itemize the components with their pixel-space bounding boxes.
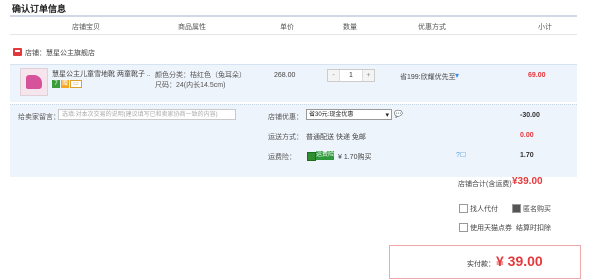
badge-gift-icon: 赠 <box>61 80 69 88</box>
header-divider <box>10 15 577 17</box>
insurance-help-icon[interactable]: ?☐ <box>456 151 466 159</box>
badge-7day-icon: 7 <box>52 80 60 88</box>
shipping-method: 普通配送 快递 免邮 <box>306 134 366 141</box>
pay-by-other-checkbox[interactable] <box>459 204 468 213</box>
shop-label: 店铺： <box>25 50 46 57</box>
pay-amount: ¥ 39.00 <box>496 253 543 269</box>
pay-label: 实付款： <box>467 261 495 268</box>
promo-text: 省199:欣耀优先至 <box>400 74 456 81</box>
col-header-promo: 优惠方式 <box>418 24 446 31</box>
shop-discount-select[interactable]: 省30元:现金优惠 <box>306 109 392 121</box>
col-header-attr: 商品属性 <box>178 24 206 31</box>
shop-discount-label: 店铺优惠： <box>268 114 303 121</box>
page-title: 确认订单信息 <box>12 4 67 14</box>
col-header-subtotal: 小计 <box>538 24 552 31</box>
badge-card-icon: ▭ <box>70 80 82 88</box>
pay-by-other-label: 找人代付 <box>470 206 498 213</box>
col-header-qty: 数量 <box>343 24 357 31</box>
product-name-link[interactable]: 慧星公主儿童雪地靴 两童靴子 ... <box>52 69 150 79</box>
anonymous-purchase-label: 匿名购买 <box>523 206 551 213</box>
shop-name-link[interactable]: 慧星公主旗舰店 <box>46 50 95 57</box>
seller-message-input[interactable]: 选填:对本次交易的说明(建议填写已和卖家协商一致的内容) <box>58 109 236 120</box>
shipping-label: 运送方式： <box>268 134 303 141</box>
product-thumbnail[interactable] <box>20 68 48 96</box>
tmall-coupon-checkbox[interactable] <box>459 223 468 232</box>
shop-total-amount: ¥39.00 <box>512 176 543 187</box>
anonymous-purchase-checkbox[interactable] <box>512 204 521 213</box>
shop-total-label: 店铺合计(含运费) <box>458 181 512 188</box>
insurance-tag: 运费险 <box>316 151 335 160</box>
item-subtotal: 69.00 <box>528 72 546 79</box>
shipping-amount: 0.00 <box>520 132 534 139</box>
shop-discount-amount: -30.00 <box>520 112 540 119</box>
insurance-amount: 1.70 <box>520 152 534 159</box>
message-label: 给卖家留言： <box>18 114 60 121</box>
shop-icon <box>13 48 22 56</box>
discount-info-icon[interactable]: 💬 <box>394 110 403 118</box>
promo-dropdown-icon[interactable]: ▾ <box>455 71 459 80</box>
qty-plus-button[interactable]: + <box>363 70 374 81</box>
insurance-price: ¥ 1.70购买 <box>338 154 372 161</box>
qty-input[interactable]: 1 <box>339 70 363 81</box>
deduct-at-checkout-label: 结算时扣除 <box>516 225 551 232</box>
insurance-label: 运费险： <box>268 154 296 161</box>
attr-color: 颜色分类：桔红色（兔耳朵） <box>155 72 246 79</box>
column-divider <box>10 34 577 35</box>
insurance-checkbox[interactable] <box>307 152 316 161</box>
tmall-coupon-label: 使用天猫点券 <box>470 225 512 232</box>
col-header-item: 店铺宝贝 <box>72 24 100 31</box>
attr-size: 尺码：24(内长14.5cm) <box>155 82 226 89</box>
qty-minus-button[interactable]: - <box>328 70 339 81</box>
quantity-stepper: - 1 + <box>327 69 375 82</box>
shop-line: 店铺：慧星公主旗舰店 <box>25 48 95 58</box>
col-header-price: 单价 <box>280 24 294 31</box>
unit-price: 268.00 <box>274 72 296 79</box>
